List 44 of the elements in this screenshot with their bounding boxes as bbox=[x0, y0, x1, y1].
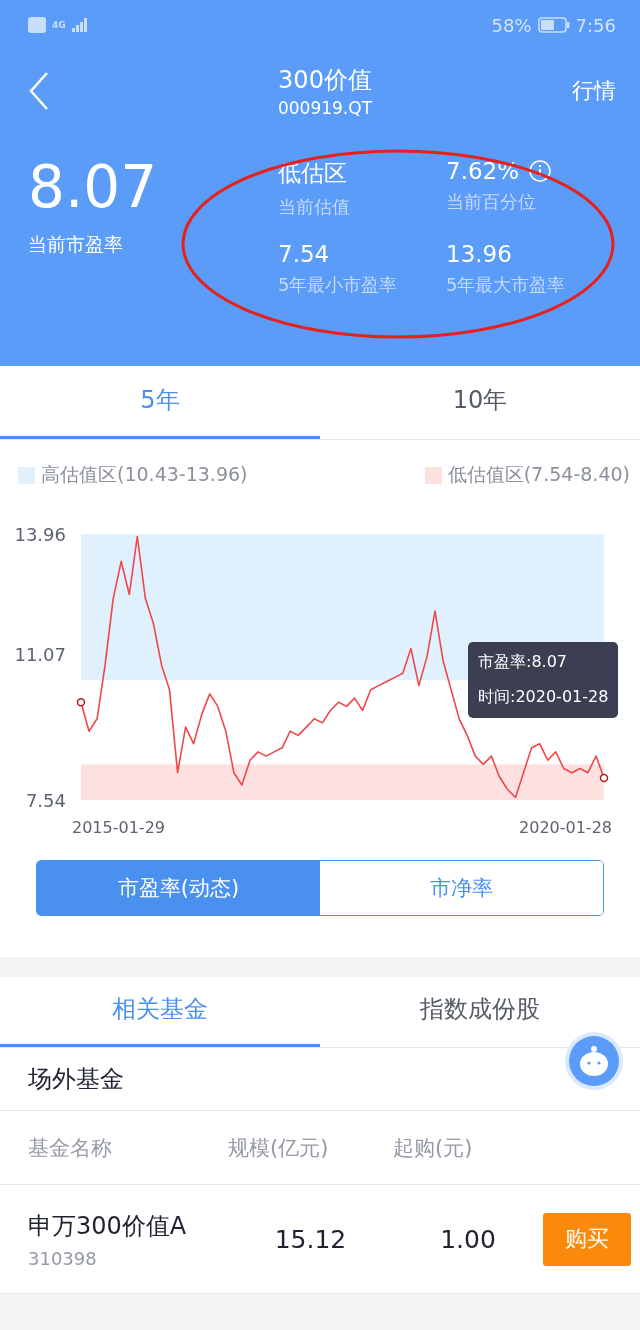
back-icon[interactable] bbox=[28, 71, 50, 111]
y-tick-label: 11.07 bbox=[14, 643, 66, 665]
signal-icon bbox=[71, 18, 88, 32]
market-link[interactable]: 行情 bbox=[572, 76, 616, 106]
metric-toggle[interactable]: 市盈率(动态) bbox=[37, 861, 320, 915]
y-tick-label: 13.96 bbox=[14, 524, 66, 545]
clock: 7:56 bbox=[575, 14, 616, 36]
column-header: 规模(亿元) bbox=[228, 1134, 330, 1162]
point-marker bbox=[599, 773, 609, 783]
buy-button[interactable]: 购买 bbox=[543, 1212, 631, 1266]
y-tick-label: 7.54 bbox=[25, 790, 66, 811]
period-tab[interactable]: 10年 bbox=[320, 366, 640, 439]
battery-percent: 58% bbox=[491, 14, 532, 36]
fund-size: 15.12 bbox=[273, 1224, 348, 1254]
stat-label: 5年最小市盈率 bbox=[278, 273, 399, 297]
pe-value: 8.07 bbox=[28, 152, 159, 222]
min-purchase: 1.00 bbox=[439, 1224, 497, 1254]
stat-value: 13.96 bbox=[446, 241, 512, 267]
fund-name: 申万300价值A bbox=[28, 1210, 188, 1242]
battery-icon bbox=[537, 17, 570, 33]
x-axis-label: 2020-01-28 bbox=[519, 818, 612, 837]
info-icon[interactable] bbox=[529, 160, 552, 182]
column-header: 基金名称 bbox=[28, 1134, 113, 1162]
stat-label: 当前百分位 bbox=[446, 190, 537, 214]
tooltip-text: 时间:2020-01-28 bbox=[478, 687, 609, 708]
legend-label: 低估值区(7.54-8.40) bbox=[447, 462, 630, 487]
fund-code: 310398 bbox=[28, 1247, 98, 1269]
stat-label: 当前估值 bbox=[278, 195, 351, 219]
tooltip-text: 市盈率:8.07 bbox=[478, 652, 568, 673]
section-title: 场外基金 bbox=[28, 1064, 124, 1095]
stat-label: 5年最大市盈率 bbox=[446, 273, 567, 297]
section-tab[interactable]: 指数成份股 bbox=[320, 977, 640, 1047]
stat-value: 低估区 bbox=[278, 159, 347, 188]
x-axis-label: 2015-01-29 bbox=[72, 818, 165, 837]
column-header: 起购(元) bbox=[393, 1134, 474, 1162]
network-label: 4G bbox=[52, 20, 66, 30]
index-code: 000919.QT bbox=[277, 98, 373, 118]
point-marker bbox=[76, 697, 86, 707]
page-title: 300价值 bbox=[278, 65, 372, 96]
stat-value: 7.54 bbox=[278, 241, 330, 267]
pe-label: 当前市盈率 bbox=[28, 232, 124, 257]
stat-value: 7.62% bbox=[446, 158, 520, 184]
legend-label: 高估值区(10.43-13.96) bbox=[41, 462, 248, 487]
assistant-button[interactable] bbox=[564, 1031, 624, 1091]
